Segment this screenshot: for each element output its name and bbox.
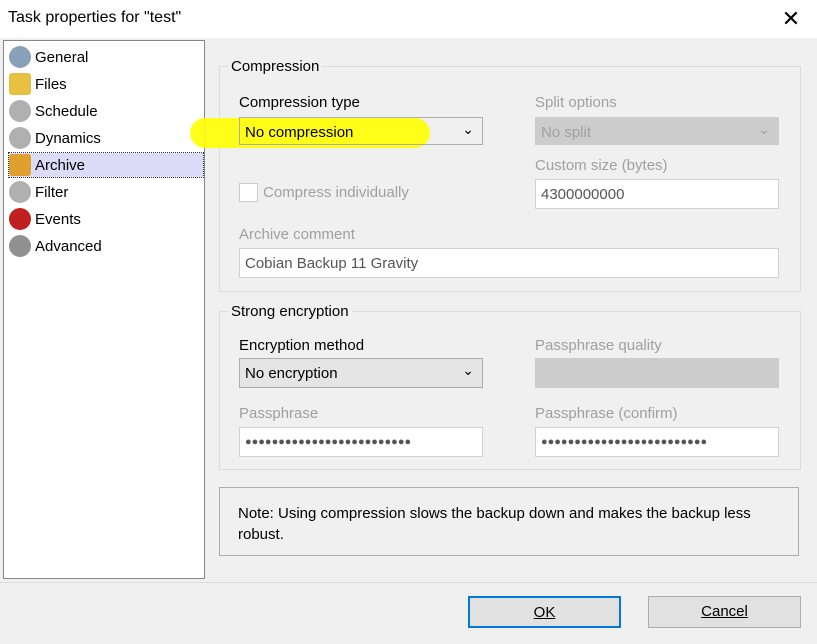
note-box: Note: Using compression slows the backup…	[219, 487, 799, 556]
chevron-down-icon: ⌄	[462, 121, 474, 137]
encryption-group-title: Strong encryption	[231, 303, 349, 320]
split-options-label: Split options	[535, 94, 617, 111]
nav-item-label: Schedule	[35, 102, 98, 120]
close-button[interactable]: ✕	[775, 5, 807, 33]
nav-item-events[interactable]: Events	[9, 207, 203, 231]
custom-size-input[interactable]: 4300000000	[535, 179, 779, 209]
chevron-down-icon: ⌄	[462, 362, 474, 378]
folder-check-icon	[9, 73, 31, 95]
encryption-method-select[interactable]: No encryption ⌄	[239, 358, 483, 388]
split-options-value: No split	[541, 124, 592, 141]
refresh-icon	[9, 127, 31, 149]
nav-item-label: Filter	[35, 183, 69, 201]
compress-individually-checkbox[interactable]	[239, 183, 258, 202]
custom-size-label: Custom size (bytes)	[535, 157, 668, 174]
chevron-down-icon: ⌄	[758, 121, 770, 137]
category-list[interactable]: General Files Schedule Dynamics Archive Filte…	[3, 40, 205, 579]
user-icon	[9, 46, 31, 68]
minus-icon	[9, 181, 31, 203]
compression-group-title: Compression	[231, 58, 320, 75]
nav-item-files[interactable]: Files	[9, 72, 203, 96]
compression-type-value: No compression	[245, 124, 354, 141]
clock-icon	[9, 100, 31, 122]
passphrase-quality-label: Passphrase quality	[535, 337, 662, 354]
nav-item-label: Files	[35, 75, 67, 93]
encryption-method-value: No encryption	[245, 365, 338, 382]
nav-item-label: General	[35, 48, 89, 66]
nav-item-label: Events	[35, 210, 81, 228]
passphrase-confirm-input[interactable]: ●●●●●●●●●●●●●●●●●●●●●●●●●	[535, 427, 779, 457]
nav-item-dynamics[interactable]: Dynamics	[9, 126, 203, 150]
compression-type-select[interactable]: No compression ⌄	[239, 117, 483, 145]
nav-item-label: Archive	[35, 156, 86, 174]
nav-item-label: Dynamics	[35, 129, 101, 147]
nav-item-filter[interactable]: Filter	[9, 180, 203, 204]
archive-comment-input[interactable]: Cobian Backup 11 Gravity	[239, 248, 779, 278]
folder-icon	[9, 154, 31, 176]
nav-item-label: Advanced	[35, 237, 102, 255]
window-title: Task properties for "test"	[8, 9, 182, 26]
title-bar: Task properties for "test" ✕	[0, 0, 817, 38]
passphrase-confirm-label: Passphrase (confirm)	[535, 405, 678, 422]
split-options-select[interactable]: No split ⌄	[535, 117, 779, 145]
compression-type-label: Compression type	[239, 94, 360, 111]
archive-comment-label: Archive comment	[239, 226, 355, 243]
encryption-method-label: Encryption method	[239, 337, 365, 354]
ok-button[interactable]: OK	[468, 596, 621, 628]
gear-icon	[9, 235, 31, 257]
nav-item-advanced[interactable]: Advanced	[9, 234, 203, 258]
nav-item-general[interactable]: General	[9, 45, 203, 69]
passphrase-input[interactable]: ●●●●●●●●●●●●●●●●●●●●●●●●●	[239, 427, 483, 457]
passphrase-label: Passphrase	[239, 405, 319, 422]
magnet-icon	[9, 208, 31, 230]
nav-item-archive[interactable]: Archive	[8, 152, 204, 178]
compress-individually-label: Compress individually	[263, 184, 409, 201]
passphrase-quality-bar	[535, 358, 779, 388]
nav-item-schedule[interactable]: Schedule	[9, 99, 203, 123]
cancel-button[interactable]: Cancel	[648, 596, 801, 628]
